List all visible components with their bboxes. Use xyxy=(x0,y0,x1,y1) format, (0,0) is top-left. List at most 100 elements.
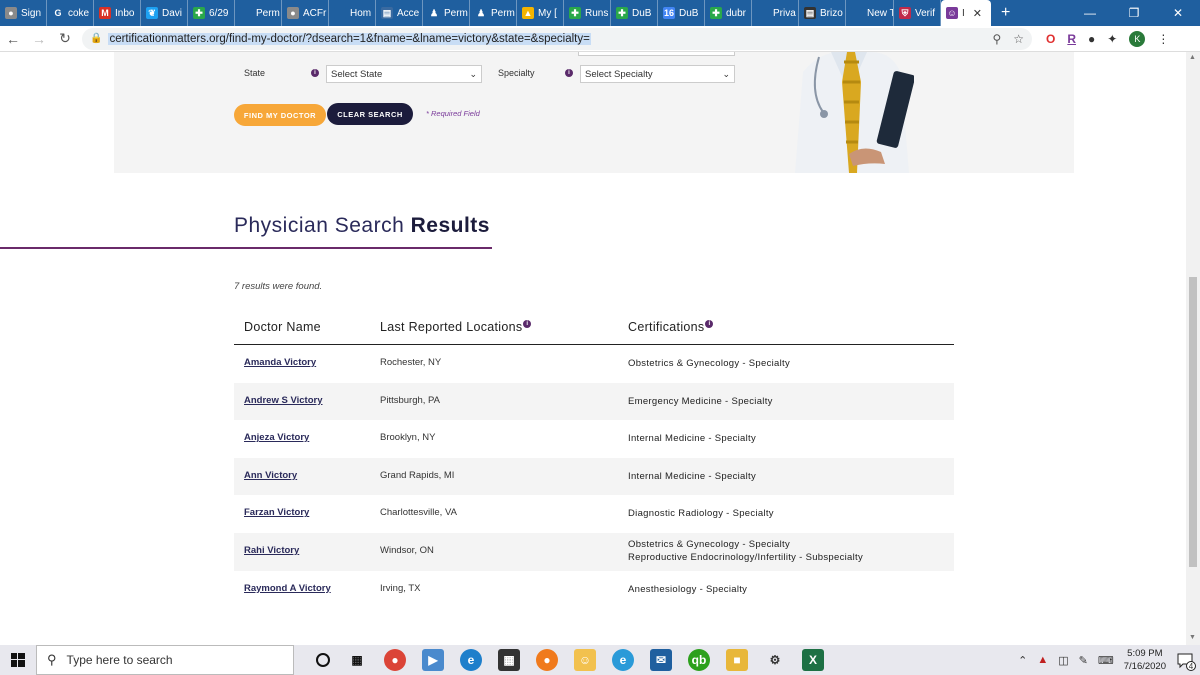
browser-tab[interactable]: ● Sign xyxy=(0,0,47,26)
find-my-doctor-button[interactable]: FIND MY DOCTOR xyxy=(234,104,326,126)
lock-icon: 🔒 xyxy=(90,33,103,44)
certifications-cell: Internal Medicine - Specialty xyxy=(628,470,756,483)
chevron-up-icon[interactable]: ⌃ xyxy=(1018,654,1027,667)
quickbooks-icon[interactable]: qb xyxy=(688,649,710,671)
edge-icon[interactable]: e xyxy=(460,649,482,671)
certifications-cell: Anesthesiology - Specialty xyxy=(628,583,747,596)
clear-search-button[interactable]: CLEAR SEARCH xyxy=(327,103,413,125)
forward-icon[interactable]: → xyxy=(26,31,52,47)
internet-explorer-icon[interactable]: e xyxy=(612,649,634,671)
cortana-icon[interactable] xyxy=(316,653,330,667)
browser-tab[interactable]: 16 DuB xyxy=(658,0,705,26)
doctor-name-link[interactable]: Ann Victory xyxy=(244,470,297,481)
certifications-cell: Obstetrics & Gynecology - Specialty xyxy=(628,357,790,370)
new-tab-button[interactable]: + xyxy=(991,4,1020,22)
keyboard-icon[interactable]: ⌨ xyxy=(1098,654,1114,667)
chrome-icon[interactable]: ● xyxy=(384,649,406,671)
puzzle-extensions-icon[interactable]: ✦ xyxy=(1107,32,1117,46)
bookmark-star-icon[interactable]: ☆ xyxy=(1013,32,1024,46)
tab-label: Verif xyxy=(915,7,936,19)
excel-icon[interactable]: X xyxy=(802,649,824,671)
browser-tab[interactable]: ☺ I ✕ xyxy=(941,0,991,26)
column-header-certifications: Certifications i xyxy=(628,320,714,334)
browser-tab[interactable]: Perm xyxy=(235,0,282,26)
table-row: Farzan Victory Charlottesville, VA Diagnos… xyxy=(234,495,954,533)
browser-tab[interactable]: ✚ DuB xyxy=(611,0,658,26)
browser-tab[interactable]: ♟ Perm xyxy=(470,0,517,26)
blank-icon xyxy=(757,7,769,19)
doctor-name-link[interactable]: Anjeza Victory xyxy=(244,432,309,443)
page-scrollbar[interactable]: ▲ ▼ xyxy=(1186,52,1200,645)
folder-shortcut-icon[interactable]: ☺ xyxy=(574,649,596,671)
tab-label: Inbo xyxy=(115,7,135,19)
browser-tab[interactable]: ❦ Davi xyxy=(141,0,188,26)
specialty-info-icon[interactable]: i xyxy=(565,69,573,77)
restore-icon[interactable]: ❐ xyxy=(1112,0,1156,26)
r-extension-icon[interactable]: R xyxy=(1067,32,1076,46)
browser-tab[interactable]: ✚ dubr xyxy=(705,0,752,26)
specialty-select[interactable]: Select Specialty ⌄ xyxy=(580,65,735,83)
doctor-name-link[interactable]: Andrew S Victory xyxy=(244,395,323,406)
network-icon[interactable]: ◫ xyxy=(1058,654,1068,667)
address-bar[interactable]: 🔒 certificationmatters.org/find-my-docto… xyxy=(82,27,1032,50)
menu-kebab-icon[interactable]: ⋮ xyxy=(1157,32,1169,46)
state-info-icon[interactable]: i xyxy=(311,69,319,77)
table-row: Rahi Victory Windsor, ON Obstetrics & Gyne… xyxy=(234,532,954,571)
profile-avatar[interactable]: K xyxy=(1129,30,1146,47)
bluetooth-icon[interactable]: ▲ xyxy=(1037,654,1048,666)
locations-info-icon[interactable]: i xyxy=(523,320,532,328)
table-row: Ann Victory Grand Rapids, MI Internal Medi… xyxy=(234,457,954,496)
circle-extension-icon[interactable]: ● xyxy=(1088,32,1095,46)
firefox-icon[interactable]: ● xyxy=(536,649,558,671)
browser-tab[interactable]: New Tab xyxy=(846,0,894,26)
mail-icon[interactable]: ✉ xyxy=(650,649,672,671)
taskbar-search-box[interactable]: ⚲ Type here to search xyxy=(36,645,294,675)
task-view-icon[interactable]: ▦ xyxy=(346,649,368,671)
scrollbar-thumb[interactable] xyxy=(1189,277,1197,567)
media-player-icon[interactable]: ▶ xyxy=(422,649,444,671)
scroll-down-arrow-icon[interactable]: ▼ xyxy=(1189,634,1196,641)
tab-label: New Tab xyxy=(867,7,893,19)
taskbar-search-placeholder: Type here to search xyxy=(66,653,173,667)
url-text[interactable]: certificationmatters.org/find-my-doctor/… xyxy=(108,32,591,45)
doctor-name-link[interactable]: Rahi Victory xyxy=(244,545,299,556)
browser-tab[interactable]: ⛨ Verif xyxy=(894,0,941,26)
store-icon[interactable]: ▦ xyxy=(498,649,520,671)
search-panel: State i Select State ⌄ Specialty i Selec… xyxy=(114,52,1074,173)
browser-tab[interactable]: M Inbo xyxy=(94,0,141,26)
close-tab-icon[interactable]: ✕ xyxy=(973,7,982,20)
state-select[interactable]: Select State ⌄ xyxy=(326,65,482,83)
doctor-name-link[interactable]: Farzan Victory xyxy=(244,507,309,518)
doctor-photo xyxy=(789,52,914,173)
opera-extension-icon[interactable]: O xyxy=(1046,32,1055,46)
results-title: Physician Search Results xyxy=(234,214,490,238)
scroll-up-arrow-icon[interactable]: ▲ xyxy=(1189,54,1196,61)
pen-icon[interactable]: ✎ xyxy=(1079,654,1088,667)
certifications-cell: Internal Medicine - Specialty xyxy=(628,432,756,445)
browser-tab[interactable]: ✚ Runs xyxy=(564,0,611,26)
browser-tab[interactable]: ▤ Brizo xyxy=(799,0,846,26)
browser-tab[interactable]: Gcoke xyxy=(47,0,94,26)
reload-icon[interactable]: ↻ xyxy=(52,30,78,47)
minimize-icon[interactable]: — xyxy=(1068,0,1112,26)
doctor-name-link[interactable]: Amanda Victory xyxy=(244,357,316,368)
back-icon[interactable]: ← xyxy=(0,31,26,47)
browser-tab[interactable]: ♟ Perm xyxy=(423,0,470,26)
settings-gear-icon[interactable]: ⚙ xyxy=(764,649,786,671)
certifications-info-icon[interactable]: i xyxy=(705,320,714,328)
browser-tab[interactable]: Hom xyxy=(329,0,376,26)
doctor-name-link[interactable]: Raymond A Victory xyxy=(244,583,331,594)
browser-tab[interactable]: ▤ Acce xyxy=(376,0,423,26)
notification-center-icon[interactable]: 4 xyxy=(1176,651,1196,671)
browser-tab[interactable]: ▲ My [ xyxy=(517,0,564,26)
file-explorer-icon[interactable]: ■ xyxy=(726,649,748,671)
zoom-icon[interactable]: ⚲ xyxy=(992,32,1001,46)
tab-label: coke xyxy=(68,7,90,19)
browser-tab[interactable]: Priva xyxy=(752,0,799,26)
close-window-icon[interactable]: ✕ xyxy=(1156,0,1200,26)
browser-tab[interactable]: ● ACFr xyxy=(282,0,329,26)
browser-tab[interactable]: ✚ 6/29 xyxy=(188,0,235,26)
windows-start-button[interactable] xyxy=(0,645,36,675)
chevron-down-icon: ⌄ xyxy=(722,68,730,79)
taskbar-clock[interactable]: 5:09 PM 7/16/2020 xyxy=(1124,647,1166,673)
